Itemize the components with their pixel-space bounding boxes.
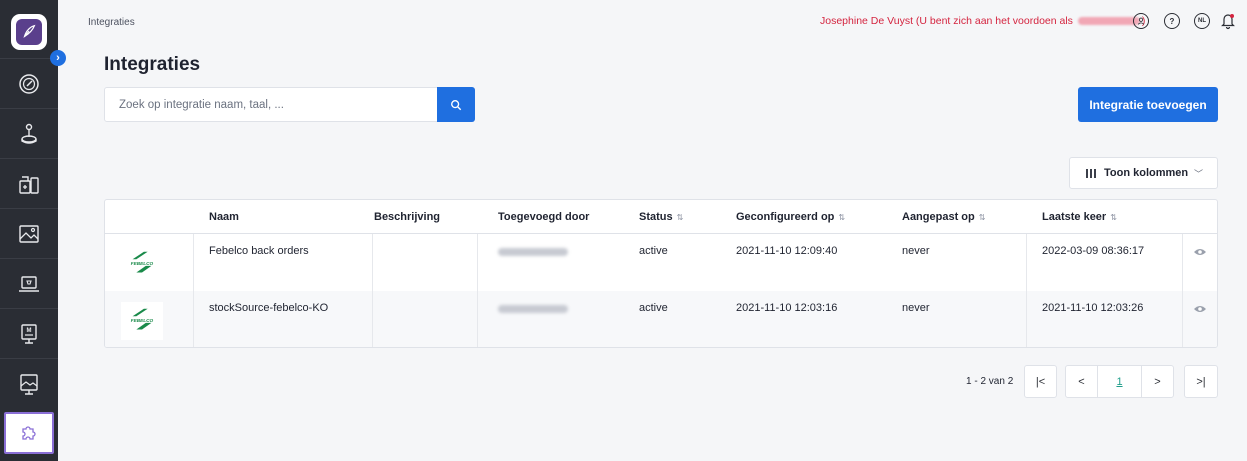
page-title: Integraties bbox=[104, 54, 201, 75]
table-row[interactable]: FEBELCO stockSource-febelco-KO active 20… bbox=[105, 291, 1217, 347]
show-columns-label: Toon kolommen bbox=[1104, 167, 1189, 179]
image-icon bbox=[19, 224, 39, 243]
joystick-icon bbox=[21, 123, 37, 144]
language-icon[interactable]: NL bbox=[1194, 13, 1210, 29]
cell-status: active bbox=[639, 245, 668, 257]
cell-toegevoegd-redacted bbox=[498, 248, 568, 256]
column-header-laatste-label: Laatste keer bbox=[1042, 211, 1107, 223]
integrations-table: Naam Beschrijving Toegevoegd door Status… bbox=[104, 199, 1218, 348]
sort-icon[interactable]: ⇅ bbox=[979, 213, 986, 222]
table-header: Naam Beschrijving Toegevoegd door Status… bbox=[105, 200, 1217, 234]
cell-laatste: 2022-03-09 08:36:17 bbox=[1042, 245, 1145, 257]
next-page-button[interactable]: > bbox=[1141, 365, 1174, 398]
sidebar-item-images[interactable] bbox=[0, 208, 58, 258]
first-page-button[interactable]: |< bbox=[1024, 365, 1057, 398]
app: › M Integraties Josephine De Vuyst (U be bbox=[0, 0, 1247, 461]
febelco-logo: FEBELCO bbox=[121, 245, 163, 283]
sidebar-item-display[interactable]: M bbox=[0, 308, 58, 358]
column-header-beschrijving[interactable]: Beschrijving bbox=[374, 211, 440, 223]
eye-icon[interactable] bbox=[1193, 304, 1207, 314]
cell-naam: Febelco back orders bbox=[209, 245, 309, 257]
febelco-logo: FEBELCO bbox=[121, 302, 163, 340]
puzzle-icon bbox=[22, 426, 36, 440]
app-logo[interactable] bbox=[11, 14, 47, 50]
eye-icon[interactable] bbox=[1193, 247, 1207, 257]
column-divider bbox=[1182, 234, 1183, 347]
prev-page-button[interactable]: < bbox=[1065, 365, 1098, 398]
column-header-aangepast[interactable]: Aangepast op ⇅ bbox=[902, 211, 985, 223]
dashboard-icon bbox=[19, 73, 39, 94]
svg-text:M: M bbox=[27, 328, 32, 334]
cell-status: active bbox=[639, 302, 668, 314]
chevron-down-icon: ﹀ bbox=[1193, 169, 1203, 179]
sidebar: › M bbox=[0, 0, 66, 461]
pagination-summary: 1 - 2 van 2 bbox=[966, 376, 1014, 387]
sidebar-item-presentation[interactable] bbox=[0, 358, 58, 408]
column-header-geconfigureerd-label: Geconfigureerd op bbox=[736, 211, 835, 223]
cell-laatste: 2021-11-10 12:03:26 bbox=[1042, 302, 1144, 314]
logo-text: FEBELCO bbox=[131, 261, 154, 266]
table-row[interactable]: FEBELCO Febelco back orders active 2021-… bbox=[105, 234, 1217, 291]
sort-icon[interactable]: ⇅ bbox=[1110, 213, 1117, 222]
column-header-aangepast-label: Aangepast op bbox=[902, 211, 975, 223]
display-m-icon: M bbox=[21, 323, 37, 344]
sidebar-item-webshop[interactable] bbox=[0, 258, 58, 308]
impersonation-prefix: Josephine De Vuyst (U bent zich aan het … bbox=[820, 15, 1073, 27]
cell-geconfigureerd: 2021-11-10 12:03:16 bbox=[736, 302, 838, 314]
show-columns-button[interactable]: Toon kolommen ﹀ bbox=[1069, 157, 1218, 189]
search-input[interactable] bbox=[105, 88, 437, 121]
column-header-naam[interactable]: Naam bbox=[209, 211, 239, 223]
impersonation-notice: Josephine De Vuyst (U bent zich aan het … bbox=[820, 15, 1145, 27]
bell-icon[interactable] bbox=[1220, 12, 1236, 30]
column-divider bbox=[193, 234, 194, 347]
column-divider bbox=[477, 234, 478, 347]
breadcrumb: Integraties bbox=[88, 17, 135, 28]
columns-icon bbox=[1086, 168, 1098, 178]
last-page-button[interactable]: >| bbox=[1184, 365, 1218, 398]
column-divider bbox=[1026, 234, 1027, 347]
sidebar-expand-button[interactable]: › bbox=[50, 50, 66, 66]
cell-geconfigureerd: 2021-11-10 12:09:40 bbox=[736, 245, 838, 257]
logo-text: FEBELCO bbox=[131, 318, 154, 323]
redacted-name bbox=[1077, 17, 1140, 26]
search-bar bbox=[104, 87, 475, 122]
presentation-icon bbox=[20, 373, 38, 395]
column-header-status-label: Status bbox=[639, 211, 673, 223]
sidebar-item-integrations[interactable] bbox=[4, 412, 54, 454]
column-header-status[interactable]: Status ⇅ bbox=[639, 211, 683, 223]
cell-aangepast: never bbox=[902, 245, 930, 257]
cell-aangepast: never bbox=[902, 302, 930, 314]
column-header-geconfigureerd[interactable]: Geconfigureerd op ⇅ bbox=[736, 211, 845, 223]
laptop-icon bbox=[19, 275, 39, 292]
help-icon[interactable]: ? bbox=[1164, 13, 1180, 29]
sort-icon[interactable]: ⇅ bbox=[838, 213, 845, 222]
sidebar-item-dashboard[interactable] bbox=[0, 58, 58, 108]
page-number-button[interactable]: 1 bbox=[1097, 365, 1142, 398]
current-page: 1 bbox=[1116, 375, 1123, 388]
cell-naam: stockSource-febelco-KO bbox=[209, 302, 329, 314]
column-header-laatste[interactable]: Laatste keer ⇅ bbox=[1042, 211, 1117, 223]
search-icon bbox=[451, 99, 462, 110]
column-header-toegevoegd[interactable]: Toegevoegd door bbox=[498, 211, 589, 223]
add-integration-button[interactable]: Integratie toevoegen bbox=[1078, 87, 1218, 122]
column-divider bbox=[372, 234, 373, 347]
user-circle-icon[interactable] bbox=[1133, 13, 1149, 29]
pharmacy-icon bbox=[19, 175, 39, 194]
cell-toegevoegd-redacted bbox=[498, 305, 568, 313]
sidebar-item-joystick[interactable] bbox=[0, 108, 58, 158]
search-button[interactable] bbox=[437, 87, 475, 122]
sidebar-item-pharmacy[interactable] bbox=[0, 158, 58, 208]
sort-icon[interactable]: ⇅ bbox=[677, 213, 684, 222]
